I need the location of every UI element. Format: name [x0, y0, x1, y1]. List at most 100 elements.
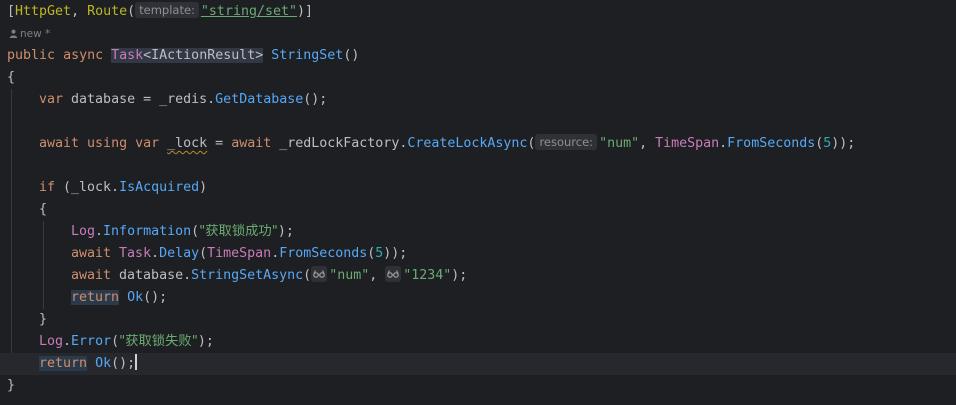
- call-end: );: [197, 334, 214, 349]
- param-hint-resource: resource:: [535, 134, 598, 150]
- code-line-return-ok-current[interactable]: return Ok();: [0, 353, 956, 375]
- call-end: ));: [831, 136, 856, 151]
- keyword-async: async: [63, 48, 104, 63]
- keyword-await: await: [231, 136, 272, 151]
- stringsetasync-call: StringSetAsync: [191, 268, 304, 283]
- fromseconds-call: FromSeconds: [727, 136, 816, 151]
- getdatabase-call: GetDatabase: [215, 92, 304, 107]
- glasses-icon: [385, 266, 402, 282]
- type-task: Task: [119, 246, 152, 261]
- type-task: Task: [111, 48, 144, 63]
- paren: (: [303, 268, 312, 283]
- value-string: "1234": [403, 268, 452, 283]
- log-message-failure: "获取锁失败": [119, 334, 198, 349]
- call-end: ();: [111, 356, 136, 371]
- ok-call: Ok: [95, 356, 112, 371]
- code-line-signature[interactable]: public async Task<IActionResult> StringS…: [0, 45, 956, 67]
- createlockasync-call: CreateLockAsync: [407, 136, 528, 151]
- code-line-stringset[interactable]: await database.StringSetAsync( "num", "12…: [0, 265, 956, 287]
- paren: (: [527, 136, 536, 151]
- keyword-return: return: [71, 290, 120, 305]
- assign: =: [207, 136, 232, 151]
- factory-ref: _redLockFactory.: [271, 136, 408, 151]
- code-line-if[interactable]: if (_lock.IsAcquired): [0, 177, 956, 199]
- code-line-brace-open[interactable]: {: [0, 67, 956, 89]
- call-end: ();: [143, 290, 168, 305]
- code-editor[interactable]: [HttpGet, Route(template: "string/set")] …: [0, 0, 956, 405]
- method-name: StringSet: [271, 48, 344, 63]
- code-line-brace-open[interactable]: {: [0, 199, 956, 221]
- comma: ,: [369, 268, 386, 283]
- resource-string: "num": [599, 136, 640, 151]
- call-end: );: [277, 224, 294, 239]
- httpget-attribute: HttpGet: [15, 4, 72, 19]
- key-string: "num": [329, 268, 370, 283]
- log-message-success: "获取锁成功": [199, 224, 278, 239]
- delay-call: Delay: [159, 246, 200, 261]
- ok-call: Ok: [127, 290, 144, 305]
- brace-close: }: [39, 312, 48, 327]
- class-log: Log: [71, 224, 96, 239]
- paren: (: [111, 334, 120, 349]
- call-end: );: [451, 268, 468, 283]
- text-caret: [135, 354, 138, 370]
- paren: (: [199, 246, 208, 261]
- brace-open: {: [7, 70, 16, 85]
- code-line-attribute[interactable]: [HttpGet, Route(template: "string/set")]: [0, 1, 956, 23]
- database-ref: database.: [111, 268, 192, 283]
- fromseconds-call: FromSeconds: [279, 246, 368, 261]
- param-hint-template: template:: [135, 2, 199, 18]
- keyword-public: public: [7, 48, 56, 63]
- keyword-await: await: [71, 268, 112, 283]
- method-parens: (): [343, 48, 360, 63]
- attr-close: )]: [297, 4, 314, 19]
- code-line-create-lock[interactable]: await using var _lock = await _redLockFa…: [0, 133, 956, 155]
- code-lens-author[interactable]: new *: [0, 25, 956, 43]
- keyword-var: var: [135, 136, 160, 151]
- information-call: Information: [103, 224, 192, 239]
- dot: .: [719, 136, 728, 151]
- code-line-return-ok[interactable]: return Ok();: [0, 287, 956, 309]
- dot: .: [207, 92, 216, 107]
- type-timespan: TimeSpan: [655, 136, 720, 151]
- route-attribute: Route: [87, 4, 128, 19]
- call-end: ));: [383, 246, 408, 261]
- lens-author-label: new *: [20, 28, 51, 40]
- code-line-brace-close[interactable]: }: [0, 309, 956, 331]
- lock-variable: _lock: [167, 136, 208, 151]
- person-icon: [9, 29, 18, 38]
- dot: .: [63, 334, 72, 349]
- dot: .: [151, 246, 160, 261]
- database-assign: database =: [63, 92, 160, 107]
- code-line-getdatabase[interactable]: var database = _redis.GetDatabase();: [0, 89, 956, 111]
- type-iactionresult: IActionResult: [151, 48, 256, 63]
- error-call: Error: [71, 334, 112, 349]
- separator: ,: [71, 4, 88, 19]
- code-line-log-info[interactable]: Log.Information("获取锁成功");: [0, 221, 956, 243]
- glasses-icon: [311, 266, 328, 282]
- bracket: [: [7, 4, 16, 19]
- brace-close: }: [7, 378, 16, 393]
- comma: ,: [639, 136, 656, 151]
- generic-close: >: [255, 48, 264, 63]
- keyword-if: if: [39, 180, 56, 195]
- dot: .: [95, 224, 104, 239]
- keyword-await: await: [71, 246, 112, 261]
- keyword-return: return: [39, 356, 88, 371]
- redis-field: _redis: [159, 92, 208, 107]
- class-log: Log: [39, 334, 64, 349]
- paren: (: [127, 4, 136, 19]
- if-open: (_lock.: [55, 180, 120, 195]
- code-line-log-error[interactable]: Log.Error("获取锁失败");: [0, 331, 956, 353]
- keyword-var: var: [39, 92, 64, 107]
- if-close: ): [199, 180, 208, 195]
- call-end: ();: [303, 92, 328, 107]
- isacquired-property: IsAcquired: [119, 180, 200, 195]
- code-line-delay[interactable]: await Task.Delay(TimeSpan.FromSeconds(5)…: [0, 243, 956, 265]
- type-timespan: TimeSpan: [207, 246, 272, 261]
- dot: .: [271, 246, 280, 261]
- keyword-using: using: [87, 136, 128, 151]
- code-line-brace-close[interactable]: }: [0, 375, 956, 397]
- generic-open: <: [143, 48, 152, 63]
- route-string: "string/set": [200, 4, 297, 19]
